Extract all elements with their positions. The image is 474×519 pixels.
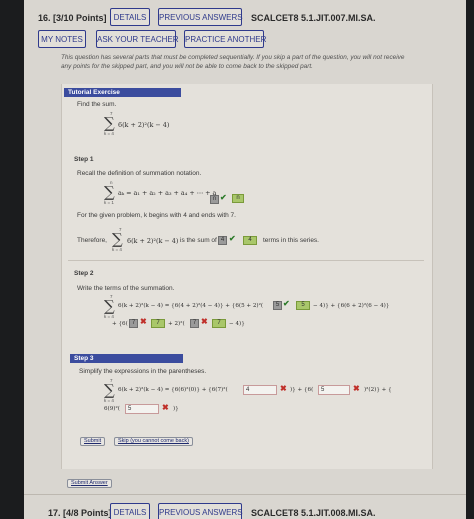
step3-lower: k = 4: [104, 398, 114, 403]
step2-box3-answer[interactable]: 7: [212, 319, 226, 328]
submit-step-button[interactable]: Submit: [80, 437, 106, 446]
therefore-lower: k = 4: [112, 247, 122, 252]
x-icon: ✖: [201, 317, 208, 326]
given-text: For the given problem, k begins with 4 a…: [77, 212, 236, 219]
step2-line2-end: − 4)}: [229, 321, 245, 327]
terms-count-box[interactable]: 4: [218, 236, 227, 245]
previous-answers-button[interactable]: PREVIOUS ANSWERS: [158, 8, 243, 26]
notice-line-1: This question has several parts that mus…: [61, 54, 405, 61]
tutorial-bar: Tutorial Exercise: [64, 88, 181, 97]
question-code: SCALCET8 5.1.JIT.007.MI.SA.: [251, 13, 376, 23]
step-1-label: Step 1: [74, 156, 94, 163]
sequential-notice: This question has several parts that mus…: [61, 54, 421, 71]
step3-input-3[interactable]: 5: [125, 404, 159, 414]
check-icon: ✔: [220, 193, 227, 202]
step3-line1-end: )²(2)} + {: [364, 387, 392, 393]
step3-line1-mid: )} + {6(: [290, 387, 314, 393]
recall-text: Recall the definition of summation notat…: [77, 170, 202, 177]
therefore-text: Therefore,: [77, 237, 107, 244]
step2-box1-answer[interactable]: 5: [296, 301, 310, 310]
sigma-icon: ∑: [104, 114, 115, 132]
step3-line2-end: )}: [173, 406, 179, 412]
terms-text: terms in this series.: [263, 237, 319, 244]
answer-box-n[interactable]: n: [232, 194, 244, 203]
step3-line2-start: 6(9)²(: [104, 406, 120, 412]
submit-answer-button[interactable]: Submit Answer: [67, 479, 112, 488]
therefore-expression: 6(k + 2)²(k − 4): [127, 237, 179, 245]
step2-lower: k = 4: [104, 314, 114, 319]
simplify-text: Simplify the expressions in the parenthe…: [79, 368, 207, 375]
step2-line2-mid: + 2)²(: [168, 321, 185, 327]
notice-line-2: any points for the skipped part, and you…: [61, 62, 313, 70]
step3-input-1[interactable]: 4: [243, 385, 277, 395]
step-2-label: Step 2: [74, 270, 94, 277]
sigma-icon: ∑: [104, 297, 115, 315]
step2-box2[interactable]: 7: [129, 319, 138, 328]
question-divider: [24, 494, 466, 495]
details-button[interactable]: DETAILS: [110, 8, 150, 26]
previous-answers-button[interactable]: PREVIOUS ANSWERS: [158, 503, 243, 519]
sigma-icon: ∑: [112, 230, 123, 248]
question-16-title: 16. [3/10 Points]: [38, 13, 107, 23]
find-sum-text: Find the sum.: [77, 101, 117, 108]
question-page: 16. [3/10 Points] DETAILS PREVIOUS ANSWE…: [24, 0, 466, 519]
step2-box3[interactable]: 7: [190, 319, 199, 328]
step2-box1[interactable]: 5: [273, 301, 282, 310]
definition-expression: aₖ = a₁ + a₂ + a₃ + a₄ + ⋯ + a: [118, 189, 217, 197]
details-button[interactable]: DETAILS: [110, 503, 150, 519]
sum-lower-limit: k = 4: [104, 131, 114, 136]
question-17-title: 17. [4/8 Points]: [48, 508, 112, 518]
skip-button[interactable]: Skip (you cannot come back): [114, 437, 193, 446]
def-lower-limit: k = 1: [104, 200, 114, 205]
step3-input-2[interactable]: 5: [318, 385, 350, 395]
sigma-icon: ∑: [104, 183, 115, 201]
x-icon: ✖: [280, 384, 287, 393]
answer-box-subscript[interactable]: n: [210, 195, 219, 204]
write-terms-text: Write the terms of the summation.: [77, 285, 175, 292]
x-icon: ✖: [140, 317, 147, 326]
step2-line1-end: − 4)} + {6(6 + 2)²(6 − 4)}: [313, 303, 390, 309]
check-icon: ✔: [229, 234, 236, 243]
step-3-bar: Step 3: [70, 354, 183, 363]
step2-box2-answer[interactable]: 7: [151, 319, 165, 328]
my-notes-button[interactable]: MY NOTES: [38, 30, 86, 48]
section-divider: [68, 260, 424, 261]
x-icon: ✖: [162, 403, 169, 412]
sum-expression: 6(k + 2)²(k − 4): [118, 121, 170, 129]
terms-count-answer[interactable]: 4: [243, 236, 257, 245]
step2-line2-start: + {6(: [112, 321, 128, 327]
sigma-icon: ∑: [104, 381, 115, 399]
check-icon: ✔: [283, 299, 290, 308]
question-code: SCALCET8 5.1.JIT.008.MI.SA.: [251, 508, 376, 518]
x-icon: ✖: [353, 384, 360, 393]
ask-teacher-button[interactable]: ASK YOUR TEACHER: [96, 30, 179, 48]
step2-line1: 6(k + 2)²(k − 4) = {6(4 + 2)²(4 − 4)} + …: [118, 303, 264, 309]
practice-another-button[interactable]: PRACTICE ANOTHER: [184, 30, 266, 48]
is-sum-of-text: is the sum of: [180, 237, 217, 244]
step3-line1: 6(k + 2)²(k − 4) = {6(6)²(0)} + {6(7)²(: [118, 387, 228, 393]
